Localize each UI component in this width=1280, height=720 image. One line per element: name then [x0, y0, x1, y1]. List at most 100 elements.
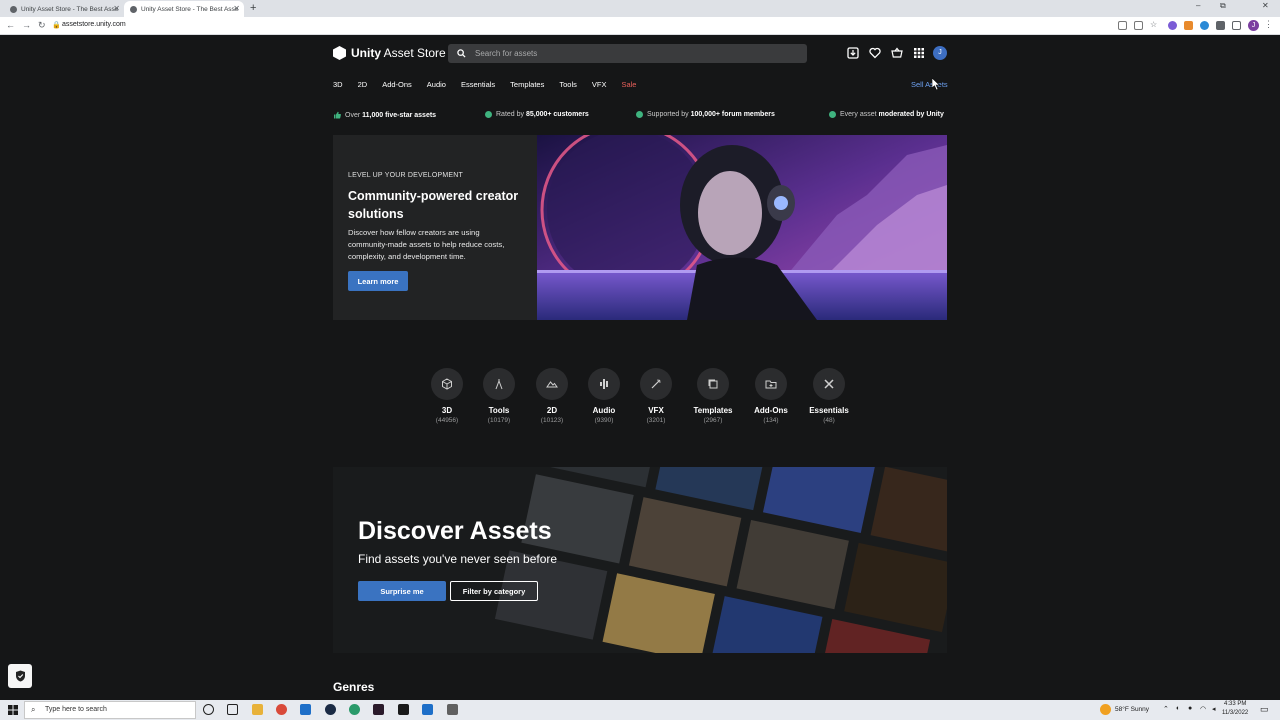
heart-icon[interactable] — [869, 47, 881, 59]
app-icon[interactable] — [373, 704, 384, 715]
unity-cube-icon — [333, 46, 346, 60]
category-card-3d[interactable]: 3D (44956) — [417, 368, 477, 424]
nav-templates[interactable]: Templates — [510, 80, 544, 89]
discover-banner: Discover Assets Find assets you've never… — [333, 467, 947, 653]
steam-icon[interactable] — [325, 704, 336, 715]
filter-by-category-button[interactable]: Filter by category — [450, 581, 538, 601]
unity-icon[interactable] — [447, 704, 458, 715]
network-icon[interactable]: ◐ — [1176, 705, 1180, 712]
task-view-icon[interactable] — [227, 704, 238, 715]
microphone-icon[interactable]: ● — [1188, 705, 1192, 712]
extension-icon[interactable] — [1168, 21, 1177, 30]
notification-icon[interactable]: ▭ — [1260, 704, 1269, 715]
nav-essentials[interactable]: Essentials — [461, 80, 495, 89]
learn-more-button[interactable]: Learn more — [348, 271, 408, 291]
taskbar-search[interactable]: ⌕ Type here to search — [24, 701, 196, 719]
nav-vfx[interactable]: VFX — [592, 80, 607, 89]
audio-icon — [600, 379, 608, 389]
clock-date[interactable]: 11/3/2022 — [1222, 710, 1248, 716]
new-tab-button[interactable]: + — [250, 2, 256, 14]
wifi-icon[interactable]: ◠ — [1200, 705, 1206, 713]
trust-text-pre: Over — [345, 111, 363, 119]
trust-text-bold: 11,000 five-star assets — [362, 111, 437, 119]
extension-icon[interactable] — [1200, 21, 1209, 30]
unity-hub-icon[interactable] — [398, 704, 409, 715]
nav-sale[interactable]: Sale — [621, 80, 636, 89]
edge-icon[interactable] — [349, 704, 360, 715]
mountain-icon — [546, 381, 558, 388]
store-icon[interactable] — [300, 704, 311, 715]
privacy-shield-button[interactable] — [8, 664, 32, 688]
unity-logo[interactable]: Unity Asset Store — [333, 46, 446, 60]
sidebar-icon[interactable] — [1232, 21, 1241, 30]
category-nav: 3D 2D Add-Ons Audio Essentials Templates… — [333, 80, 651, 89]
clock-time[interactable]: 4:33 PM — [1224, 701, 1246, 707]
category-card-vfx[interactable]: VFX (3201) — [626, 368, 686, 424]
surprise-me-button[interactable]: Surprise me — [358, 581, 446, 601]
profile-avatar[interactable]: J — [1248, 20, 1259, 31]
windows-start-icon[interactable] — [8, 705, 18, 715]
category-count: (134) — [763, 417, 779, 424]
chrome-icon[interactable] — [276, 704, 287, 715]
category-card-templates[interactable]: Templates (2967) — [683, 368, 743, 424]
search-bar[interactable] — [448, 44, 807, 63]
minimize-button[interactable]: – — [1196, 1, 1200, 10]
nav-audio[interactable]: Audio — [427, 80, 446, 89]
url-field[interactable]: assetstore.unity.com — [62, 21, 126, 28]
share-icon[interactable] — [1134, 21, 1143, 30]
category-label: Essentials — [809, 406, 849, 415]
metamask-icon[interactable] — [1184, 21, 1193, 30]
category-card-essentials[interactable]: Essentials (48) — [799, 368, 859, 424]
tab-title: Unity Asset Store - The Best Asse — [21, 5, 119, 13]
user-avatar[interactable]: J — [933, 46, 947, 60]
category-count: (48) — [823, 417, 835, 424]
volume-icon[interactable]: ◂ — [1212, 705, 1216, 713]
apps-grid-icon[interactable] — [913, 47, 925, 59]
logo-bold: Unity — [351, 46, 381, 60]
category-count: (2967) — [703, 417, 723, 424]
nav-tools[interactable]: Tools — [559, 80, 577, 89]
hero-banner: LEVEL UP YOUR DEVELOPMENT Community-powe… — [333, 135, 947, 320]
category-label: Add-Ons — [754, 406, 788, 415]
nav-add-ons[interactable]: Add-Ons — [382, 80, 412, 89]
star-icon[interactable]: ☆ — [1150, 20, 1157, 29]
trust-text-pre: Supported by — [647, 111, 691, 118]
close-tab-icon[interactable]: ✕ — [113, 4, 120, 13]
template-icon — [708, 379, 718, 389]
nav-3d[interactable]: 3D — [333, 80, 343, 89]
close-window-button[interactable]: ✕ — [1262, 1, 1269, 10]
trust-text-bold: 85,000+ customers — [525, 111, 589, 118]
cortana-icon[interactable] — [203, 704, 214, 715]
reload-icon[interactable]: ↻ — [38, 20, 46, 31]
check-icon — [485, 111, 492, 118]
close-tab-icon[interactable]: ✕ — [233, 4, 240, 13]
lock-icon[interactable]: 🔒 — [52, 21, 61, 29]
extension-icon[interactable] — [1118, 21, 1127, 30]
category-label: Templates — [693, 406, 733, 415]
browser-tab-1[interactable]: Unity Asset Store - The Best Asse ✕ — [4, 1, 124, 17]
download-icon[interactable] — [847, 47, 859, 59]
weather-text[interactable]: 58°F Sunny — [1115, 706, 1149, 713]
category-card-2d[interactable]: 2D (10123) — [522, 368, 582, 424]
file-explorer-icon[interactable] — [252, 704, 263, 715]
cart-icon[interactable] — [891, 47, 903, 59]
menu-dots-icon[interactable]: ⋮ — [1264, 19, 1273, 30]
category-label: VFX — [648, 406, 664, 415]
sell-assets-link[interactable]: Sell Assets — [911, 80, 948, 89]
category-label: 3D — [441, 406, 453, 415]
nav-2d[interactable]: 2D — [358, 80, 368, 89]
shield-icon — [15, 670, 25, 682]
chevron-up-icon[interactable]: ⌃ — [1163, 705, 1169, 713]
category-card-tools[interactable]: Tools (10179) — [469, 368, 529, 424]
sun-icon — [1100, 704, 1111, 715]
browser-tab-2[interactable]: Unity Asset Store - The Best Asse ✕ — [124, 1, 244, 17]
address-bar: ← → ↻ 🔒 assetstore.unity.com ☆ J ⋮ — [0, 17, 1280, 35]
puzzle-icon[interactable] — [1216, 21, 1225, 30]
back-arrow-icon[interactable]: ← — [6, 20, 15, 30]
category-card-audio[interactable]: Audio (9390) — [574, 368, 634, 424]
forward-arrow-icon[interactable]: → — [22, 20, 31, 30]
app-icon[interactable] — [422, 704, 433, 715]
category-card-add-ons[interactable]: Add-Ons (134) — [741, 368, 801, 424]
search-input[interactable] — [475, 49, 775, 58]
restore-button[interactable]: ⧉ — [1220, 1, 1226, 11]
